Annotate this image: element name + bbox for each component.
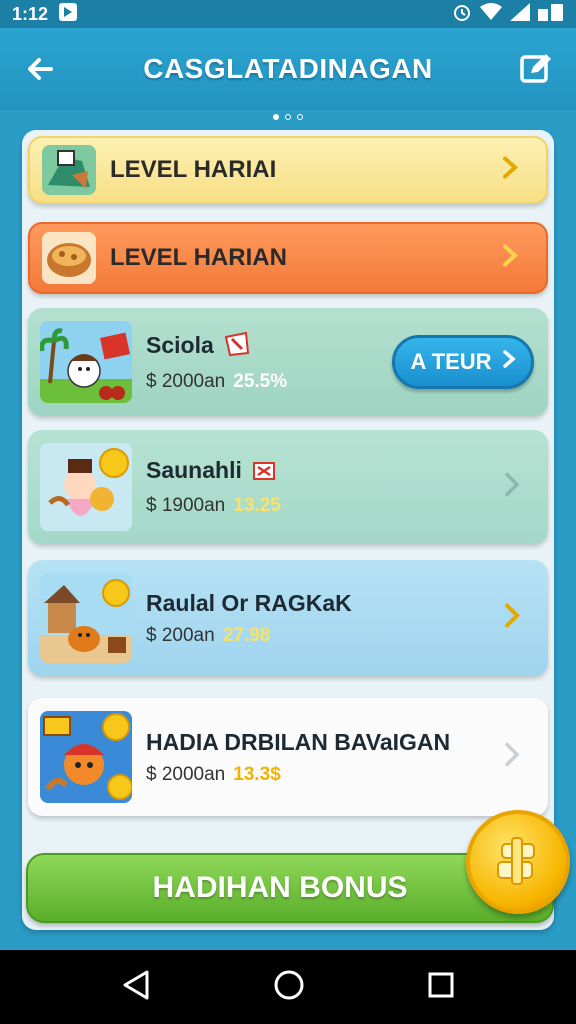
item-price-row: $ 2000an 25.5% xyxy=(146,371,287,393)
item-value: 25.5% xyxy=(233,371,288,392)
chevron-right-icon xyxy=(502,349,516,375)
back-arrow-icon[interactable] xyxy=(18,47,62,91)
item-value: 13.3$ xyxy=(233,763,281,785)
nav-back-icon[interactable] xyxy=(121,969,151,1006)
item-price: $ 200an xyxy=(146,624,215,646)
item-value: 13.25 xyxy=(233,495,281,516)
page-indicator xyxy=(0,114,576,120)
chevron-right-icon xyxy=(500,156,520,185)
signal-icon xyxy=(510,2,530,26)
page-title: CASGLATADINAGAN xyxy=(143,53,433,84)
system-nav-bar xyxy=(0,950,576,1024)
item-title: Saunahli xyxy=(146,457,281,487)
item-title: Sciola xyxy=(146,331,287,363)
level-thumbnail xyxy=(42,145,96,195)
reward-item[interactable]: HADIA DRBILAN BAVaIGAN $ 2000an 13.3$ xyxy=(28,698,548,816)
chevron-right-icon xyxy=(502,472,522,503)
level-label: LEVEL HARIAN xyxy=(110,244,287,271)
edit-icon[interactable] xyxy=(514,47,558,91)
notification-icon xyxy=(58,2,78,27)
gift-icon xyxy=(252,457,276,487)
reward-item[interactable]: Sciola $ 2000an 25.5% A TEUR xyxy=(28,308,548,416)
item-thumbnail xyxy=(40,321,132,403)
battery-icon xyxy=(538,3,564,26)
action-button[interactable]: A TEUR xyxy=(392,335,534,389)
app-bar: CASGLATADINAGAN xyxy=(0,28,576,110)
content-panel: LEVEL HARIAI LEVEL HARIAN Sciola $ 2000a… xyxy=(22,130,554,930)
bonus-label: HADIHAN BONUS xyxy=(152,871,408,904)
item-thumbnail xyxy=(40,573,132,663)
item-thumbnail xyxy=(40,443,132,531)
status-bar: 1:12 xyxy=(0,0,576,28)
item-value: 27.98 xyxy=(222,624,271,646)
item-thumbnail xyxy=(40,711,132,803)
chevron-right-icon xyxy=(502,603,522,634)
page-dot xyxy=(273,114,279,120)
item-title: HADIA DRBILAN BAVaIGAN xyxy=(146,728,451,755)
chevron-right-icon xyxy=(502,742,522,773)
alarm-icon xyxy=(452,2,472,27)
reward-item[interactable]: Raulal Or RAGKaK $ 200an 27.98 xyxy=(28,560,548,676)
nav-recents-icon[interactable] xyxy=(427,971,455,1004)
tag-icon xyxy=(224,331,250,363)
item-price: $ 1900an xyxy=(146,495,226,516)
reward-item[interactable]: Saunahli $ 1900an 13.25 xyxy=(28,430,548,544)
item-price: $ 2000an xyxy=(146,763,226,785)
level-row-harian[interactable]: LEVEL HARIAN xyxy=(28,222,548,294)
level-label: LEVEL HARIAI xyxy=(110,156,277,183)
coin-icon[interactable] xyxy=(466,810,570,914)
level-row-daily[interactable]: LEVEL HARIAI xyxy=(28,136,548,204)
chevron-right-icon xyxy=(500,244,520,273)
nav-home-icon[interactable] xyxy=(273,969,305,1006)
item-price: $ 2000an xyxy=(146,371,226,392)
status-time: 1:12 xyxy=(12,3,49,24)
item-price-row: $ 1900an 13.25 xyxy=(146,495,281,517)
level-thumbnail xyxy=(42,232,96,284)
page-dot xyxy=(285,114,291,120)
page-dot xyxy=(297,114,303,120)
item-price-row: $ 2000an 13.3$ xyxy=(146,764,450,786)
item-title: Raulal Or RAGKaK xyxy=(146,589,352,616)
item-price-row: $ 200an 27.98 xyxy=(146,625,352,647)
wifi-icon xyxy=(480,2,502,26)
